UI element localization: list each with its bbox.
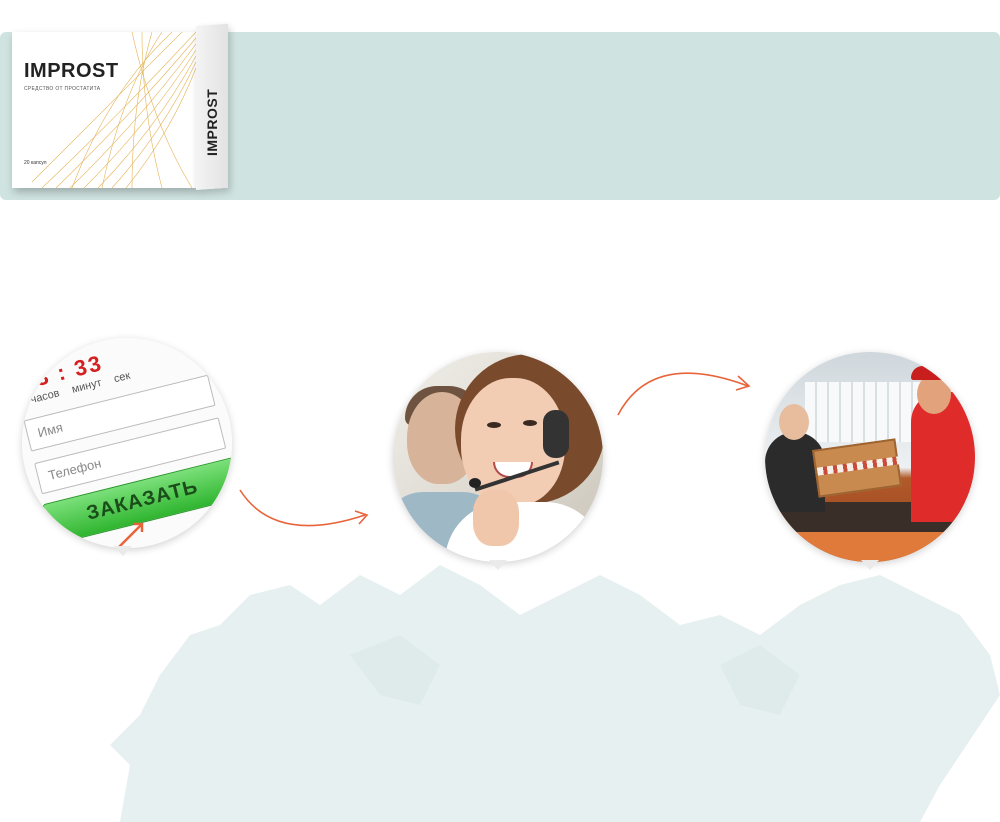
product-box-front: IMPROST средство от простатита 20 капсул <box>12 32 196 188</box>
map-background <box>110 565 1000 822</box>
curved-arrow-icon <box>239 489 369 527</box>
step-order-pointer <box>114 546 132 556</box>
curved-arrow-icon <box>617 372 751 416</box>
step-courier-delivery <box>765 352 975 562</box>
courier-photo <box>911 392 975 522</box>
step-courier-pointer <box>861 560 879 570</box>
headset-icon <box>543 410 569 458</box>
brand-logo: IMPROST <box>24 60 119 82</box>
step-operator-pointer <box>489 560 507 570</box>
step-operator-call <box>393 352 603 562</box>
side-brand-logo: IMPROST <box>204 88 220 156</box>
product-box: IMPROST средство от простатита 20 капсул… <box>12 23 228 192</box>
pointer-arrow-icon <box>116 522 144 548</box>
product-subtitle: средство от простатита <box>24 86 101 92</box>
step-order-form: 33 : 33 часов минут сек Имя Телефон ЗАКА… <box>22 338 232 548</box>
capsule-count: 20 капсул <box>24 160 47 166</box>
